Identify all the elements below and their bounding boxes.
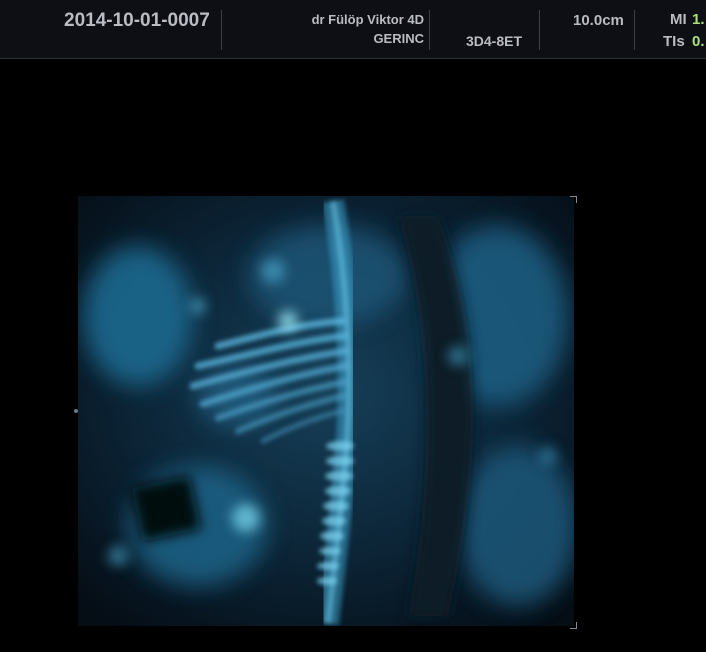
tis-label: TIs bbox=[663, 33, 685, 50]
probe-name: 3D4-8ET bbox=[466, 33, 523, 49]
tis-value: 0. bbox=[692, 33, 705, 50]
ultrasound-screen: 2014-10-01-0007 dr Fülöp Viktor 4D GERIN… bbox=[0, 0, 706, 652]
header-divider bbox=[429, 10, 430, 50]
mi-value: 1. bbox=[692, 11, 705, 28]
frame-corner-marker bbox=[570, 622, 577, 629]
header-divider bbox=[539, 10, 540, 50]
header-divider bbox=[634, 10, 635, 50]
exam-id: 2014-10-01-0007 bbox=[64, 10, 210, 31]
header-divider bbox=[221, 10, 222, 50]
info-header: 2014-10-01-0007 dr Fülöp Viktor 4D GERIN… bbox=[0, 0, 706, 59]
mi-label: MI bbox=[670, 11, 687, 28]
preset-name: GERINC bbox=[373, 31, 424, 46]
site-name: dr Fülöp Viktor 4D bbox=[311, 12, 424, 27]
volume-render-image bbox=[78, 196, 574, 626]
volume-render-view[interactable] bbox=[78, 196, 574, 626]
depth-readout: 10.0cm bbox=[573, 12, 624, 29]
frame-edge-marker bbox=[74, 409, 78, 413]
frame-corner-marker bbox=[570, 196, 577, 203]
